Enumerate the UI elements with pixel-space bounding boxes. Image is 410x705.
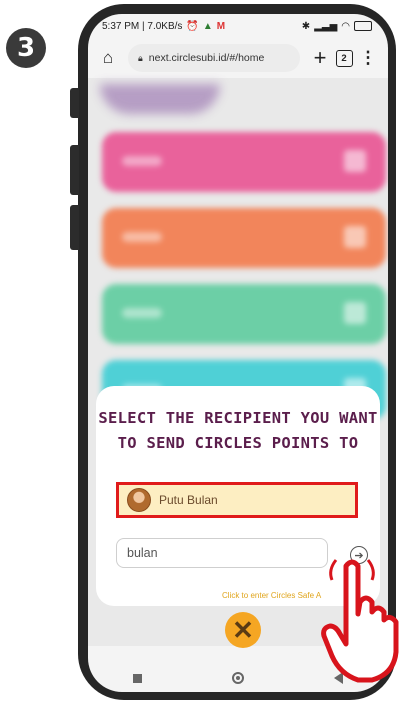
url-text: next.circlesubi.id/#/home bbox=[148, 52, 265, 64]
battery-icon bbox=[354, 21, 372, 31]
hand-pointer-icon bbox=[321, 559, 399, 683]
alarm-icon: ⏰ bbox=[186, 20, 199, 32]
drive-icon: ▲ bbox=[202, 20, 213, 32]
lock-icon: 🔒︎ bbox=[138, 52, 143, 63]
menu-card-pink bbox=[102, 132, 386, 192]
home-button[interactable] bbox=[232, 672, 244, 684]
recents-button[interactable] bbox=[133, 673, 142, 683]
modal-title-line1: SELECT THE RECIPIENT YOU WANT bbox=[98, 409, 378, 427]
tab-count-icon: 2 bbox=[335, 49, 353, 67]
step-number-badge: 3 bbox=[6, 28, 46, 68]
recipient-result-item[interactable]: Putu Bulan bbox=[116, 482, 358, 518]
bluetooth-icon: ✱ bbox=[301, 20, 311, 32]
mail-icon: M bbox=[216, 20, 226, 32]
new-tab-icon[interactable]: + bbox=[308, 45, 332, 71]
power-button bbox=[70, 205, 79, 250]
menu-card-green bbox=[102, 284, 386, 344]
recipient-name: Putu Bulan bbox=[159, 493, 218, 507]
modal-title: SELECT THE RECIPIENT YOU WANT TO SEND CI… bbox=[96, 406, 380, 456]
status-bar: 5:37 PM | 7.0KB/s ⏰ ▲ M ✱ ▂▃▅ ◠ bbox=[88, 14, 388, 38]
wifi-icon: ◠ bbox=[341, 20, 350, 32]
volume-down-button bbox=[70, 145, 79, 195]
circles-safe-link[interactable]: Click to enter Circles Safe A bbox=[222, 591, 321, 600]
volume-up-button bbox=[70, 88, 79, 118]
close-icon[interactable]: ✕ bbox=[225, 612, 261, 648]
modal-title-line2: TO SEND CIRCLES POINTS TO bbox=[117, 434, 359, 452]
menu-icon[interactable]: ⋮ bbox=[356, 48, 380, 68]
menu-card-orange bbox=[102, 208, 386, 268]
address-bar[interactable]: 🔒︎ next.circlesubi.id/#/home bbox=[128, 44, 300, 72]
avatar bbox=[127, 488, 151, 512]
recipient-search-input[interactable]: bulan bbox=[116, 538, 328, 568]
home-icon[interactable]: ⌂ bbox=[96, 48, 120, 68]
header-blob bbox=[100, 84, 220, 114]
tab-switcher-button[interactable]: 2 bbox=[332, 49, 356, 67]
browser-toolbar: ⌂ 🔒︎ next.circlesubi.id/#/home + 2 ⋮ bbox=[88, 38, 388, 78]
status-time: 5:37 PM | 7.0KB/s bbox=[102, 20, 183, 32]
signal-icon: ▂▃▅ bbox=[314, 20, 338, 32]
